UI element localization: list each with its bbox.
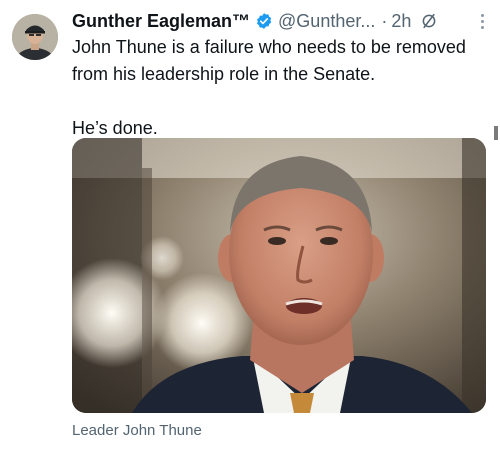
author-handle[interactable]: @Gunther... [278, 11, 375, 32]
tweet-text: John Thune is a failure who needs to be … [72, 34, 492, 142]
more-dot [480, 19, 484, 23]
more-dot [480, 25, 484, 29]
more-dot [480, 13, 484, 17]
photo-caption: Leader John Thune [72, 422, 202, 439]
author-avatar[interactable] [12, 14, 58, 60]
more-options-icon[interactable] [474, 11, 490, 31]
author-name[interactable]: Gunther Eagleman™ [72, 11, 250, 32]
tweet-timestamp[interactable]: 2h [391, 11, 411, 32]
tweet-photo[interactable] [72, 138, 486, 413]
tweet-card[interactable]: Gunther Eagleman™ @Gunther... · 2h John … [0, 0, 500, 458]
tweet-header: Gunther Eagleman™ @Gunther... · 2h [72, 8, 490, 34]
verified-badge-icon[interactable] [255, 12, 273, 30]
tweet-text-line: John Thune is a failure who needs to be … [72, 37, 466, 84]
no-symbol-icon[interactable] [420, 12, 438, 30]
scrollbar-thumb[interactable] [494, 126, 498, 140]
separator-dot: · [381, 10, 388, 31]
